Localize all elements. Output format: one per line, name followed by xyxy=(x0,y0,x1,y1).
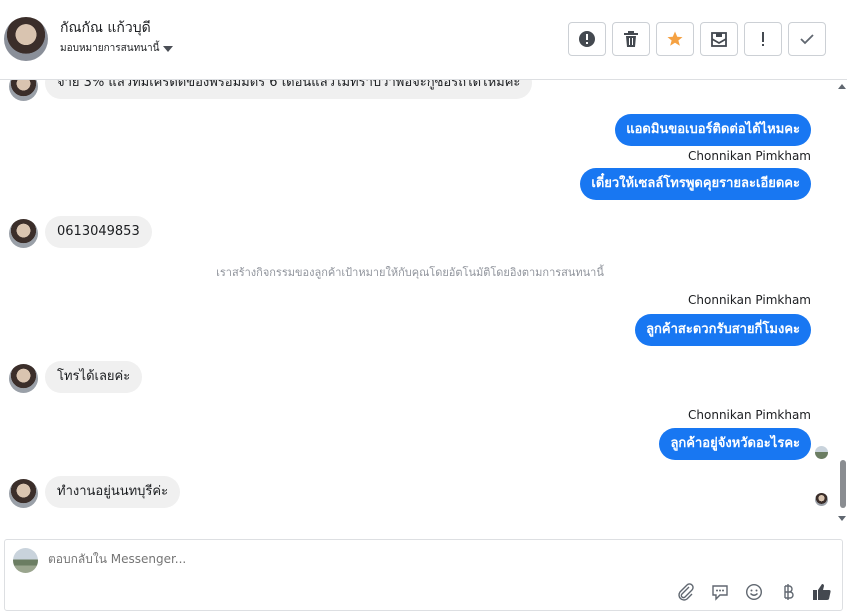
seen-receipt-avatar xyxy=(815,446,828,459)
sender-name: Chonnikan Pimkham xyxy=(688,293,811,307)
report-spam-button[interactable] xyxy=(568,22,606,56)
attach-file-button[interactable] xyxy=(676,582,696,602)
incoming-message[interactable]: 0613049853 xyxy=(45,216,152,248)
assign-conversation-dropdown[interactable]: มอบหมายการสนทนานี้ xyxy=(60,41,174,56)
speech-bubble-icon xyxy=(712,585,728,601)
contact-avatar[interactable] xyxy=(4,17,48,61)
outgoing-message[interactable]: ลูกค้าอยู่จังหวัดอะไรคะ xyxy=(659,428,811,460)
trash-icon xyxy=(624,31,638,47)
incoming-message[interactable]: โทรได้เลยค่ะ xyxy=(45,361,143,393)
outgoing-message[interactable]: เดี๋ยวให้เซลล์โทรพูดคุยรายละเอียดคะ xyxy=(580,168,811,200)
check-icon xyxy=(800,34,814,45)
outgoing-message[interactable]: แอดมินขอเบอร์ติดต่อได้ไหมคะ xyxy=(615,114,811,146)
paperclip-icon xyxy=(678,583,694,601)
emoji-button[interactable] xyxy=(744,582,764,602)
exclamation-icon xyxy=(762,32,764,46)
seen-receipt-avatar xyxy=(815,493,828,506)
sender-name: Chonnikan Pimkham xyxy=(688,408,811,422)
caret-down-icon xyxy=(163,45,174,52)
contact-name[interactable]: กัณกัณ แก้วบุดี xyxy=(60,17,151,39)
assign-label: มอบหมายการสนทนานี้ xyxy=(60,43,160,54)
incoming-message[interactable]: ทำงานอยู่นนทบุรีค่ะ xyxy=(45,476,181,508)
contact-avatar-small xyxy=(9,479,38,508)
baht-icon xyxy=(784,584,794,600)
saved-replies-button[interactable] xyxy=(710,582,730,602)
contact-avatar-small xyxy=(9,80,38,101)
message-thread[interactable]: จ่าย 3% แล้วทีมเครดิตของพร้อมมิตร 6 เดือ… xyxy=(0,80,847,532)
scroll-down-arrow[interactable] xyxy=(838,516,846,521)
scroll-up-arrow[interactable] xyxy=(838,84,846,89)
header-actions xyxy=(568,22,826,56)
conversation-header: กัณกัณ แก้วบุดี มอบหมายการสนทนานี้ xyxy=(0,0,847,80)
thumbs-up-icon xyxy=(813,584,831,600)
star-button[interactable] xyxy=(656,22,694,56)
sender-name: Chonnikan Pimkham xyxy=(688,149,811,163)
delete-button[interactable] xyxy=(612,22,650,56)
composer-tools xyxy=(676,582,832,602)
like-button[interactable] xyxy=(812,582,832,602)
contact-avatar-small xyxy=(9,364,38,393)
alert-circle-icon xyxy=(579,31,595,47)
page-avatar xyxy=(13,548,38,573)
envelope-icon xyxy=(711,32,727,47)
mark-done-button[interactable] xyxy=(788,22,826,56)
mark-unread-button[interactable] xyxy=(700,22,738,56)
incoming-message[interactable]: จ่าย 3% แล้วทีมเครดิตของพร้อมมิตร 6 เดือ… xyxy=(45,80,533,99)
smiley-icon xyxy=(745,583,763,601)
scrollbar-thumb[interactable] xyxy=(840,460,846,508)
contact-avatar-small xyxy=(9,219,38,248)
reply-input[interactable] xyxy=(48,552,648,566)
follow-up-button[interactable] xyxy=(744,22,782,56)
system-note: เราสร้างกิจกรรมของลูกค้าเป้าหมายให้กับคุ… xyxy=(216,266,604,279)
composer xyxy=(4,539,843,611)
payment-button[interactable] xyxy=(778,582,798,602)
outgoing-message[interactable]: ลูกค้าสะดวกรับสายกี่โมงคะ xyxy=(635,314,811,346)
star-icon xyxy=(667,31,683,46)
